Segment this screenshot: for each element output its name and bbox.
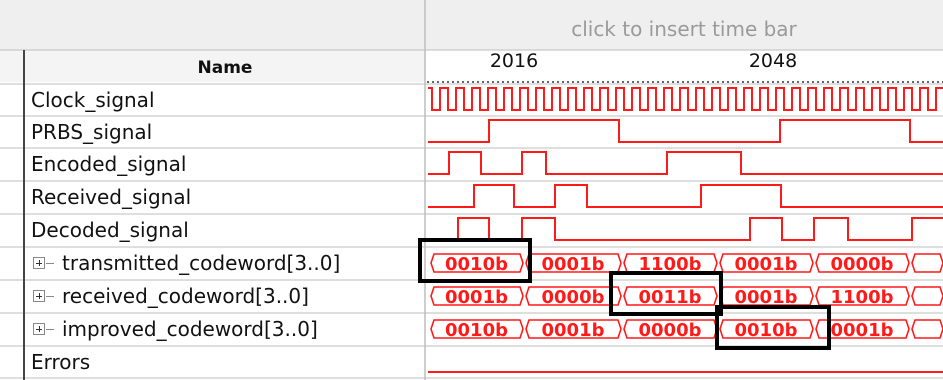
signal-row-prbs[interactable]: PRBS_signal: [0, 116, 152, 148]
bus-value: 0001b: [735, 254, 798, 275]
bus-segment: [911, 286, 943, 306]
time-tick-label: 2016: [489, 50, 539, 72]
highlight-box: [418, 238, 532, 283]
bus-value: 0000b: [639, 320, 702, 341]
signal-row-improved-codeword[interactable]: improved_codeword[3..0]: [0, 313, 318, 345]
bus-value: 0010b: [445, 320, 508, 341]
highlight-box: [609, 271, 723, 316]
expand-plus-icon[interactable]: [33, 290, 45, 302]
signal-name: Clock_signal: [31, 88, 155, 112]
expand-plus-icon[interactable]: [33, 323, 45, 335]
signal-name: Errors: [31, 350, 91, 374]
signal-row-received[interactable]: Received_signal: [0, 181, 191, 213]
encoded-waveform: [428, 151, 943, 175]
signal-row-errors[interactable]: Errors: [0, 346, 90, 378]
signal-row-clock[interactable]: Clock_signal: [0, 84, 155, 116]
bus-value: 0000b: [542, 287, 605, 308]
signal-row-decoded[interactable]: Decoded_signal: [0, 214, 189, 246]
bus-segment: [911, 253, 943, 273]
signal-row-transmitted-codeword[interactable]: transmitted_codeword[3..0]: [0, 247, 340, 279]
bus-value: 1100b: [831, 287, 894, 308]
tree-connector: [46, 328, 54, 330]
name-column-header[interactable]: Name: [28, 54, 422, 82]
signal-row-received-codeword[interactable]: received_codeword[3..0]: [0, 280, 309, 312]
highlight-box: [715, 305, 831, 350]
tree-connector: [46, 295, 54, 297]
bus-value: 0001b: [542, 320, 605, 341]
received-waveform: [428, 184, 943, 208]
signal-name: Received_signal: [31, 185, 192, 209]
signal-row-encoded[interactable]: Encoded_signal: [0, 148, 186, 180]
bus-value: 0001b: [445, 287, 508, 308]
bus-segment: [911, 319, 943, 339]
decoded-waveform: [428, 217, 943, 241]
time-tick-label: 2048: [748, 50, 798, 72]
signal-name: PRBS_signal: [31, 120, 153, 144]
prbs-waveform: [428, 119, 943, 143]
signal-name: transmitted_codeword[3..0]: [62, 251, 341, 275]
signal-name: Encoded_signal: [31, 152, 187, 176]
clock-waveform: [428, 87, 943, 111]
bus-value: 0000b: [831, 254, 894, 275]
signal-name: improved_codeword[3..0]: [62, 317, 318, 341]
signal-name: received_codeword[3..0]: [62, 284, 309, 308]
bus-value: 0001b: [542, 254, 605, 275]
signal-name: Decoded_signal: [31, 218, 189, 242]
bus-value: 0001b: [831, 320, 894, 341]
tree-connector: [46, 262, 54, 264]
insert-time-bar-hint[interactable]: click to insert time bar: [425, 12, 943, 46]
expand-plus-icon[interactable]: [33, 257, 45, 269]
